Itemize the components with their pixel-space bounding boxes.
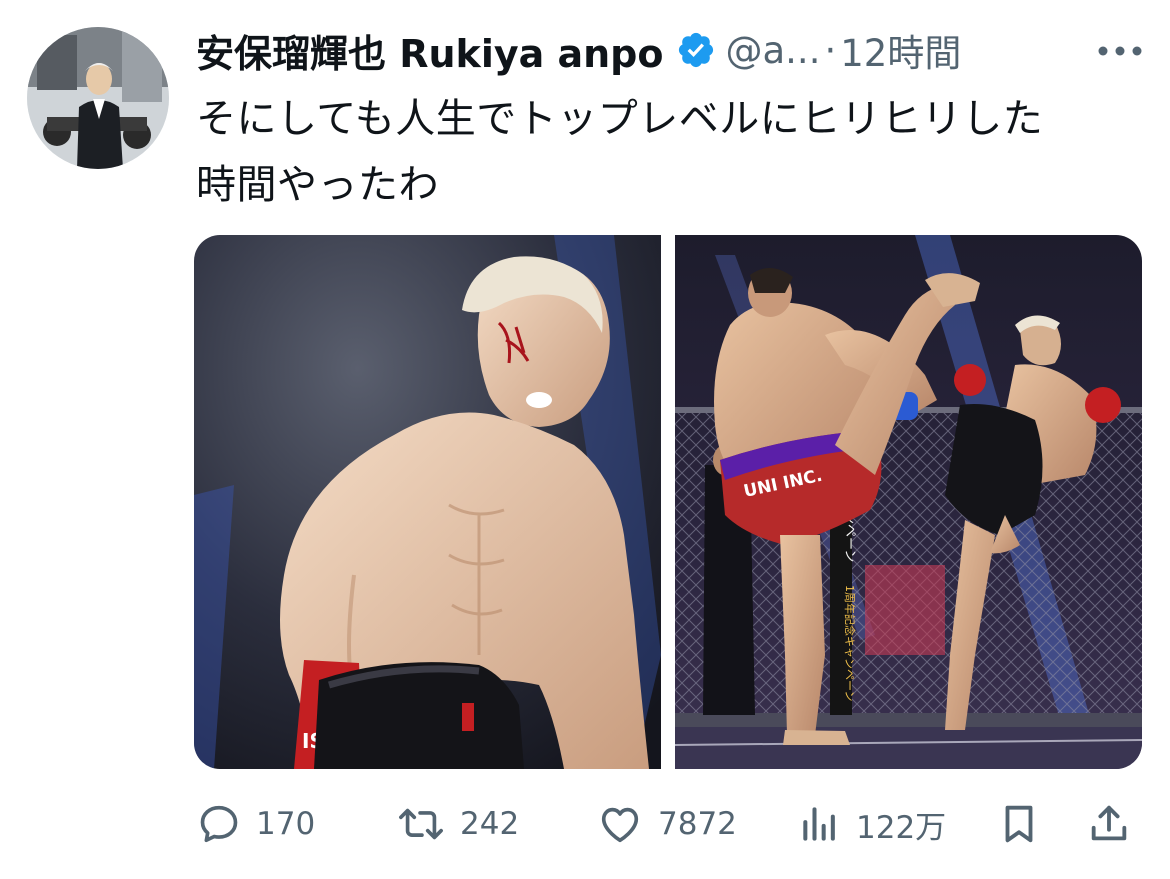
media-photo-high-kick[interactable]: キャンペーン 1周年記念キャンペーン UNI INC. <box>675 235 1142 769</box>
author-handle[interactable]: @a... <box>726 29 821 72</box>
tweet-header: 安保瑠輝也 Rukiya anpo @a... · 12時間 <box>196 22 1146 78</box>
tweet-text-line-2: 時間やったわ <box>196 162 439 208</box>
reply-button[interactable]: 170 <box>196 794 315 854</box>
author-display-name[interactable]: 安保瑠輝也 Rukiya anpo <box>196 23 664 78</box>
banner-text-2: 1周年記念キャンペーン <box>843 585 857 701</box>
separator-dot: · <box>824 28 837 72</box>
like-count: 7872 <box>658 806 737 842</box>
view-count: 122万 <box>856 809 947 846</box>
reply-icon <box>200 805 238 843</box>
like-button[interactable]: 7872 <box>596 794 737 854</box>
analytics-icon <box>803 807 835 841</box>
bookmark-icon <box>1005 805 1033 843</box>
heart-icon <box>601 807 639 843</box>
media-photo-fighter-portrait[interactable]: ISAI <box>194 235 661 769</box>
tweet-text-line-1: そにしても人生でトップレベルにヒリヒリした <box>196 96 1044 142</box>
tweet-text: そにしても人生でトップレベルにヒリヒリした 時間やったわ <box>196 86 1146 218</box>
bookmark-button[interactable] <box>996 794 1042 854</box>
repost-button[interactable]: 242 <box>396 794 519 854</box>
share-button[interactable] <box>1086 794 1132 854</box>
repost-count: 242 <box>460 806 520 842</box>
timestamp[interactable]: 12時間 <box>840 23 961 77</box>
share-icon <box>1091 805 1127 841</box>
repost-icon <box>399 808 443 840</box>
verified-badge-icon <box>678 32 713 68</box>
views-button[interactable]: 122万 <box>798 794 946 854</box>
reply-count: 170 <box>256 806 316 842</box>
author-avatar[interactable] <box>27 27 169 169</box>
more-options-icon[interactable] <box>1096 44 1144 58</box>
media-grid: ISAI <box>194 235 1142 769</box>
tweet-actions: 170 242 7872 122万 <box>0 794 1170 854</box>
